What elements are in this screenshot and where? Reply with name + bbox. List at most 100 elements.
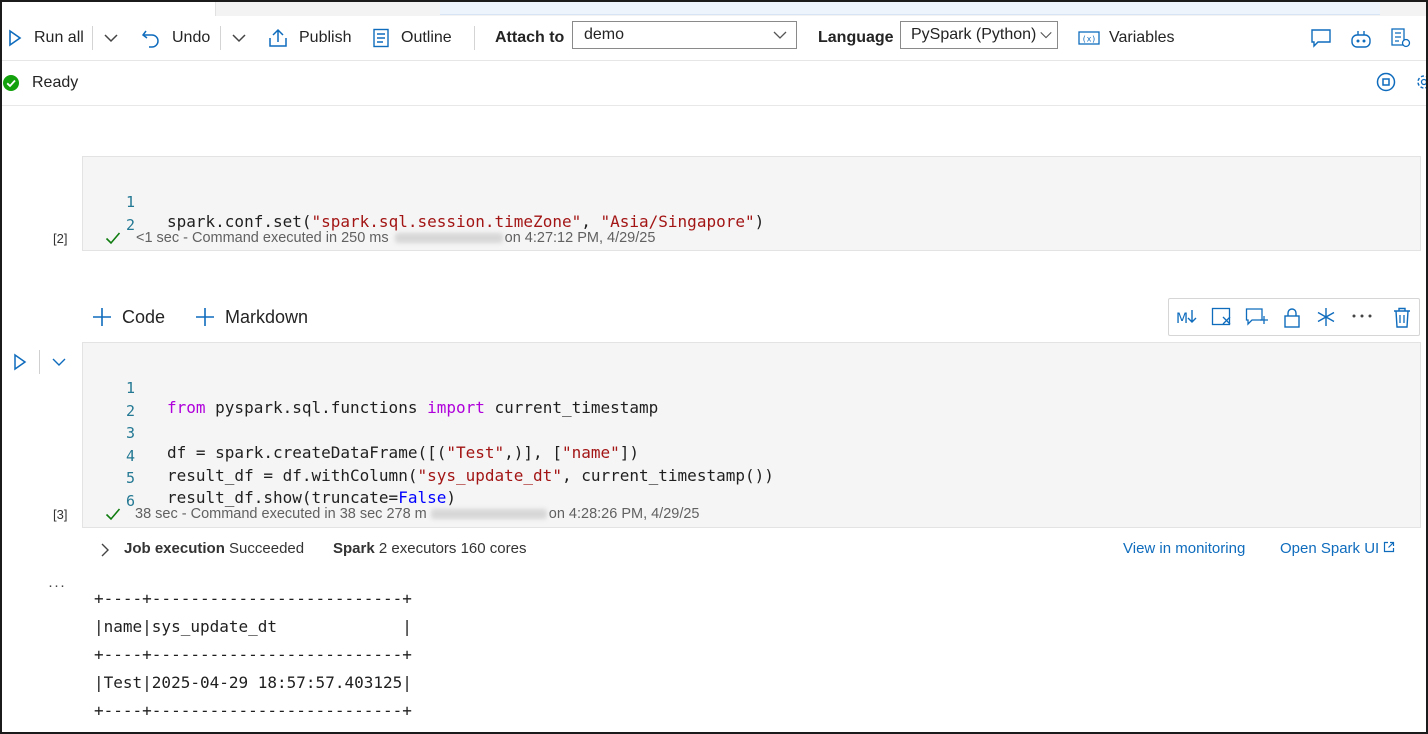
undo-options-dropdown[interactable]: [231, 16, 247, 60]
check-icon: [105, 508, 121, 521]
add-markdown-label: Markdown: [225, 306, 309, 327]
add-markdown-cell-button[interactable]: Markdown: [195, 300, 308, 334]
settings-list-icon: [1391, 28, 1411, 48]
code-text: from pyspark.sql.functions import curren…: [167, 398, 659, 417]
code-line: 4 result_df = df.withColumn("sys_update_…: [83, 428, 774, 485]
freeze-output-icon[interactable]: [1211, 307, 1233, 327]
code-cell-1[interactable]: 1 spark.conf.set("spark.sql.session.time…: [82, 156, 1421, 251]
plus-icon: [196, 308, 214, 326]
plus-icon: [93, 308, 111, 326]
execution-timestamp: on 4:28:26 PM, 4/29/25: [548, 506, 700, 522]
execution-detail: - Command executed in 38 sec 278 m: [181, 506, 427, 522]
tab-strip: [215, 2, 1426, 16]
stop-session-icon[interactable]: [1376, 72, 1396, 92]
comment-icon: [1311, 29, 1331, 48]
spark-value: 2 executors 160 cores: [378, 540, 527, 557]
svg-text:(x): (x): [1082, 35, 1096, 44]
lock-icon[interactable]: [1283, 307, 1301, 329]
add-code-cell-button[interactable]: Code: [92, 300, 165, 334]
external-link-icon: [1384, 541, 1395, 553]
code-text: result_df = df.withColumn("sys_update_dt…: [167, 466, 774, 485]
execution-timestamp: on 4:27:12 PM, 4/29/25: [504, 230, 656, 246]
outline-icon: [373, 28, 389, 48]
cell-output: +----+--------------------------+ |name|…: [94, 585, 412, 725]
code-line: 3 df = spark.createDataFrame([("Test",)]…: [83, 405, 639, 462]
code-line: 1 from pyspark.sql.functions import curr…: [83, 360, 658, 417]
undo-button[interactable]: Undo: [141, 16, 210, 60]
execution-status: <1 sec - Command executed in 250 ms on 4…: [105, 230, 655, 246]
code-line: 6: [83, 473, 135, 510]
copilot-button[interactable]: [1350, 16, 1372, 60]
cell-toolbar: M: [1168, 298, 1420, 336]
job-status: Succeeded: [229, 540, 305, 557]
output-line: |Test|2025-04-29 18:57:57.403125|: [94, 673, 412, 692]
publish-button[interactable]: Publish: [267, 16, 351, 60]
check-icon: [105, 232, 121, 245]
run-all-label: Run all: [34, 29, 84, 46]
output-line: +----+--------------------------+: [94, 645, 412, 664]
outline-label: Outline: [401, 29, 452, 46]
chevron-down-icon: [232, 34, 246, 43]
execution-count: [3]: [53, 507, 68, 522]
outline-button[interactable]: Outline: [372, 16, 452, 60]
comments-button[interactable]: [1310, 16, 1332, 60]
variables-icon: (x): [1078, 31, 1100, 45]
execution-duration: <1 sec: [136, 230, 180, 246]
open-spark-ui-label: Open Spark UI: [1280, 540, 1380, 557]
open-spark-ui-link[interactable]: Open Spark UI: [1280, 540, 1395, 557]
variables-label: Variables: [1109, 29, 1175, 46]
output-line: +----+--------------------------+: [94, 701, 412, 720]
code-text: result_df.show(truncate=False): [167, 488, 456, 507]
freeze-icon[interactable]: [1316, 307, 1336, 327]
code-line: 2: [83, 383, 135, 420]
execution-count: [2]: [53, 231, 68, 246]
status-text: Ready: [32, 74, 79, 91]
status-check-icon: [3, 75, 19, 91]
chevron-down-icon: [773, 31, 787, 39]
variables-button[interactable]: (x) Variables: [1078, 16, 1175, 60]
code-line: 2: [83, 197, 135, 234]
language-value: PySpark (Python): [911, 26, 1037, 43]
attach-value: demo: [584, 26, 625, 43]
add-comment-icon[interactable]: [1245, 307, 1269, 327]
run-icon: [9, 29, 22, 47]
code-cell-2[interactable]: 1 from pyspark.sql.functions import curr…: [82, 342, 1421, 528]
job-execution-summary: Job execution Succeeded: [124, 540, 304, 557]
markdown-convert-icon[interactable]: M: [1175, 307, 1199, 327]
spark-summary: Spark 2 executors 160 cores: [333, 540, 526, 557]
chevron-down-icon: [104, 34, 118, 43]
status-bar: Ready: [0, 61, 1428, 106]
more-options-icon[interactable]: [1351, 311, 1373, 321]
attach-label: Attach to: [495, 29, 565, 46]
settings-list-button[interactable]: [1390, 16, 1412, 60]
chevron-right-icon[interactable]: [100, 542, 110, 558]
output-line: |name|sys_update_dt |: [94, 617, 412, 636]
chevron-down-icon[interactable]: [51, 357, 67, 367]
delete-icon[interactable]: [1393, 307, 1411, 329]
redacted-user: [394, 233, 503, 243]
code-line: 5 result_df.show(truncate=False): [83, 450, 456, 507]
execution-duration: 38 sec: [135, 506, 178, 522]
output-more-button[interactable]: ···: [48, 577, 66, 594]
run-options-dropdown[interactable]: [103, 16, 119, 60]
code-text: spark.conf.set("spark.sql.session.timeZo…: [167, 212, 765, 231]
job-label: Job execution: [124, 540, 225, 557]
attach-select[interactable]: demo: [572, 21, 797, 49]
gear-icon[interactable]: [1414, 72, 1428, 92]
code-line: 1 spark.conf.set("spark.sql.session.time…: [83, 174, 764, 231]
redacted-user: [430, 509, 547, 519]
copilot-icon: [1351, 31, 1371, 48]
language-select[interactable]: PySpark (Python): [900, 21, 1058, 49]
execution-detail: - Command executed in 250 ms: [183, 230, 389, 246]
spark-label: Spark: [333, 540, 375, 557]
notebook-toolbar: Run all Undo Publish Outline Attach to d…: [0, 16, 1428, 61]
language-label: Language: [818, 29, 894, 46]
run-all-button[interactable]: Run all: [8, 16, 84, 60]
undo-label: Undo: [172, 29, 211, 46]
code-text: df = spark.createDataFrame([("Test",)], …: [167, 443, 640, 462]
view-in-monitoring-link[interactable]: View in monitoring: [1123, 540, 1245, 557]
add-code-label: Code: [122, 306, 166, 327]
publish-icon: [269, 28, 287, 47]
run-cell-icon[interactable]: [13, 353, 27, 371]
output-line: +----+--------------------------+: [94, 589, 412, 608]
